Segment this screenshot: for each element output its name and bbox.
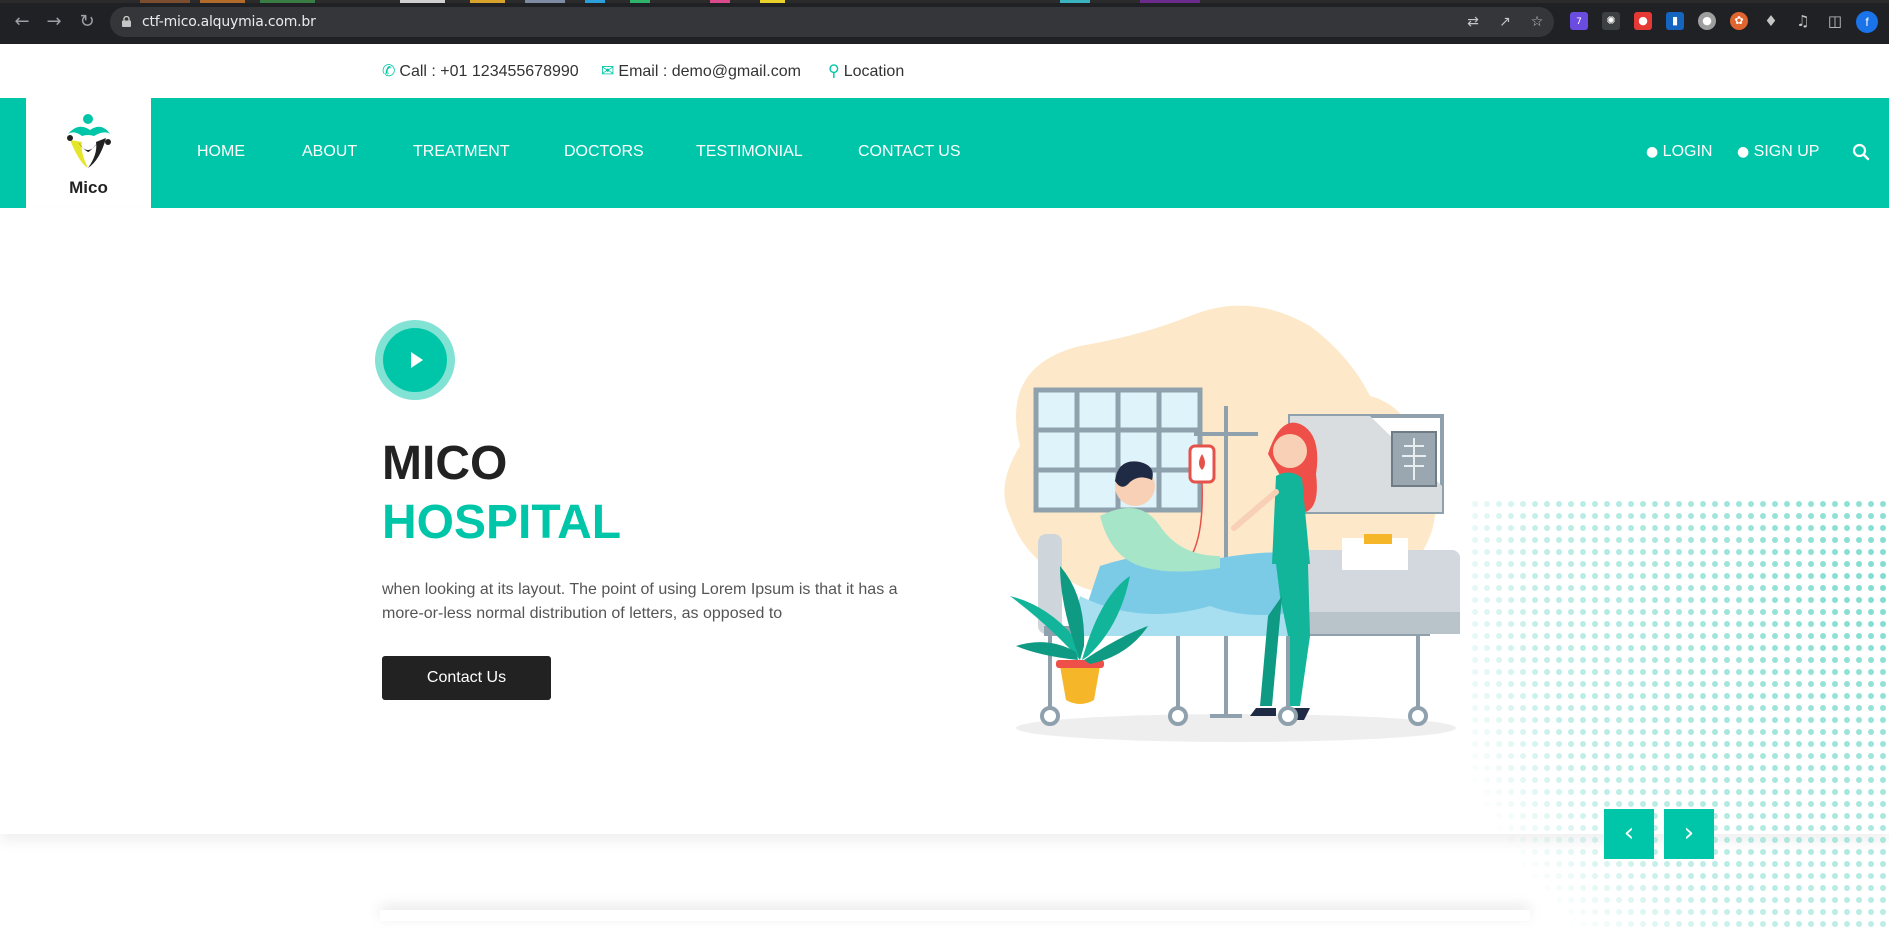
bookmark-star-icon[interactable]: ☆ (1528, 13, 1546, 31)
nav-about[interactable]: ABOUT (302, 143, 357, 161)
reload-icon[interactable]: ↻ (75, 10, 99, 34)
play-icon (411, 352, 423, 368)
main-header: Mico HOME ABOUT TREATMENT DOCTORS TESTIM… (0, 98, 1889, 208)
url-text: ctf-mico.alquymia.com.br (142, 14, 316, 30)
contact-us-button[interactable]: Contact Us (382, 656, 551, 700)
user-icon: ● (1737, 144, 1750, 160)
logo-mark-icon (67, 114, 111, 168)
play-video-button[interactable] (375, 320, 455, 400)
nav-contact-us[interactable]: CONTACT US (858, 143, 961, 161)
dot-pattern-decoration (1469, 498, 1889, 928)
search-icon[interactable] (1852, 143, 1870, 161)
translate-icon[interactable]: ⇄ (1464, 13, 1482, 31)
extension-icon[interactable]: ● (1634, 12, 1652, 30)
forward-icon[interactable]: → (42, 10, 66, 34)
nav-doctors[interactable]: DOCTORS (564, 143, 644, 161)
nav-treatment[interactable]: TREATMENT (413, 143, 510, 161)
email-link[interactable]: ✉ Email : demo@gmail.com (601, 61, 801, 81)
hero-title-line2: HOSPITAL (382, 496, 622, 549)
back-icon[interactable]: ← (10, 10, 34, 34)
signup-label: SIGN UP (1753, 143, 1820, 160)
extension-icon[interactable]: 7 (1570, 12, 1588, 30)
hero-description: when looking at its layout. The point of… (382, 581, 898, 622)
address-bar[interactable]: ctf-mico.alquymia.com.br ⇄ ↗ ☆ (110, 7, 1554, 37)
hero-title-line1: MICO (382, 437, 508, 490)
hospital-illustration (1004, 305, 1460, 742)
puzzle-icon[interactable]: ♦ (1762, 12, 1780, 30)
extension-icon[interactable]: ● (1698, 12, 1716, 30)
hero-slider: MICO HOSPITAL when looking at its layout… (0, 208, 1889, 928)
login-link[interactable]: ● LOGIN (1646, 143, 1712, 161)
slider-next-button[interactable]: › (1664, 809, 1714, 859)
extension-badge: 7 (1576, 17, 1582, 27)
side-panel-icon[interactable]: ◫ (1826, 12, 1844, 30)
extension-icon[interactable]: ▮ (1666, 12, 1684, 30)
email-text: Email : demo@gmail.com (618, 63, 801, 80)
user-icon: ● (1646, 144, 1659, 160)
call-text: Call : +01 123455678990 (399, 63, 579, 80)
share-icon[interactable]: ↗ (1496, 13, 1514, 31)
login-label: LOGIN (1662, 143, 1713, 160)
tab-strip[interactable] (0, 0, 1889, 3)
logo-text: Mico (69, 178, 108, 197)
profile-avatar[interactable]: f (1856, 11, 1878, 33)
lock-icon (122, 16, 131, 27)
next-section-card (380, 910, 1530, 921)
map-pin-icon: ⚲ (828, 61, 840, 80)
nav-testimonial[interactable]: TESTIMONIAL (696, 143, 803, 161)
phone-icon: ✆ (382, 61, 396, 80)
location-link[interactable]: ⚲ Location (828, 61, 904, 81)
extension-icon[interactable]: ✿ (1730, 12, 1748, 30)
extension-icon[interactable]: ✺ (1602, 12, 1620, 30)
slider-prev-button[interactable]: ‹ (1604, 809, 1654, 859)
contact-bar: ✆ Call : +01 123455678990 ✉ Email : demo@g… (0, 44, 1889, 98)
call-link[interactable]: ✆ Call : +01 123455678990 (382, 61, 579, 81)
browser-chrome: ← → ↻ ctf-mico.alquymia.com.br ⇄ ↗ ☆ 7 ✺… (0, 0, 1889, 44)
media-icon[interactable]: ♫ (1794, 12, 1812, 30)
nav-home[interactable]: HOME (197, 143, 245, 161)
logo[interactable]: Mico (26, 98, 151, 208)
envelope-icon: ✉ (601, 61, 615, 80)
location-text: Location (843, 63, 905, 80)
signup-link[interactable]: ● SIGN UP (1737, 143, 1819, 161)
